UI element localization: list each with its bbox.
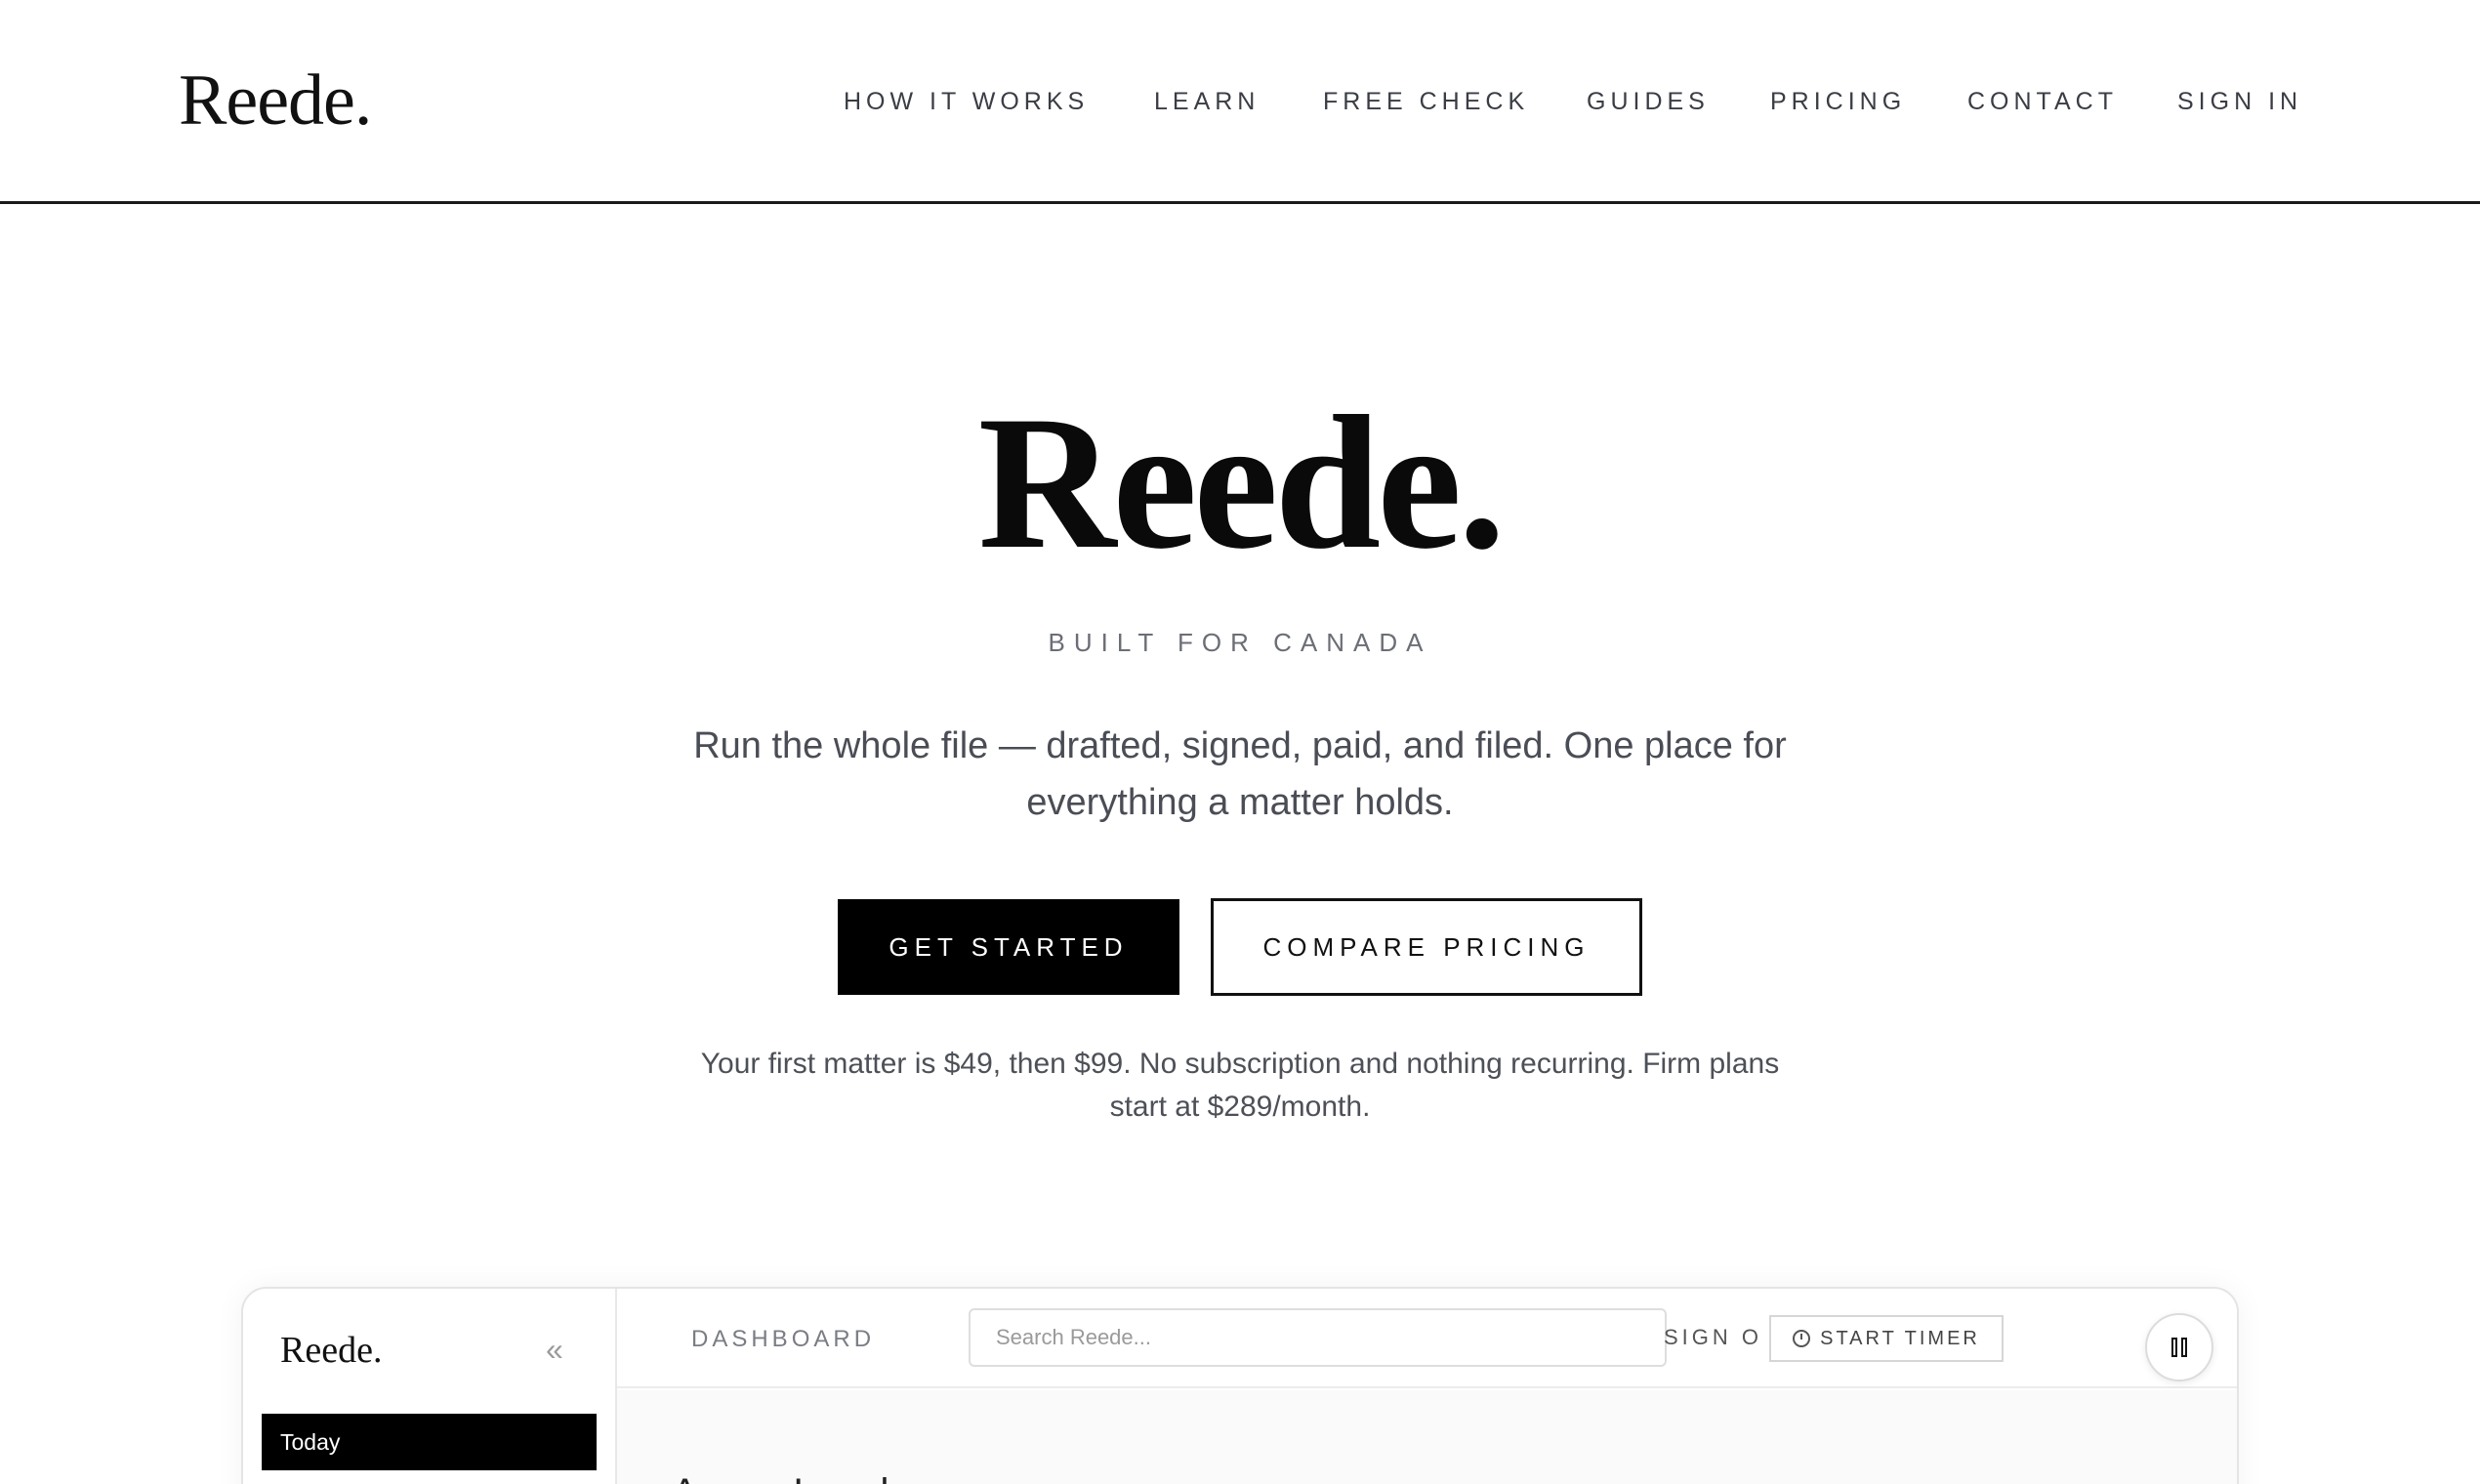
nav-contact[interactable]: CONTACT	[1967, 82, 2118, 121]
preview-topbar: DASHBOARD START TIMER	[617, 1289, 2237, 1388]
nav-sign-in[interactable]: SIGN IN	[2177, 82, 2302, 121]
start-timer-label: START TIMER	[1820, 1327, 1980, 1349]
preview-sidebar: Reede. « Today	[243, 1289, 617, 1484]
nav-learn[interactable]: LEARN	[1154, 82, 1260, 121]
preview-heading: Aspen Legal	[672, 1468, 889, 1484]
pricing-note: Your first matter is $49, then $99. No s…	[700, 1048, 1780, 1123]
pause-icon	[2171, 1338, 2187, 1357]
get-started-button[interactable]: GET STARTED	[838, 899, 1179, 995]
nav-guides[interactable]: GUIDES	[1587, 82, 1710, 121]
start-timer-button[interactable]: START TIMER	[1769, 1315, 2004, 1362]
collapse-chevrons-icon[interactable]: «	[546, 1328, 563, 1371]
hero-lead: Run the whole file — drafted, signed, pa…	[693, 725, 1787, 823]
dashboard-label[interactable]: DASHBOARD	[691, 1323, 875, 1356]
compare-pricing-button[interactable]: COMPARE PRICING	[1211, 898, 1642, 996]
hero-kicker: BUILT FOR CANADA	[1048, 628, 1432, 657]
app-preview: Reede. « Today DASHBOARD START TIMER Asp…	[241, 1287, 2239, 1484]
pause-button[interactable]	[2145, 1313, 2213, 1381]
preview-main: Aspen Legal	[617, 1390, 2237, 1484]
nav-pricing[interactable]: PRICING	[1770, 82, 1906, 121]
sidebar-item-today[interactable]: Today	[262, 1414, 597, 1470]
sign-out-button[interactable]: SIGN OUT	[1664, 1311, 1759, 1364]
site-header: Reede. HOW IT WORKS LEARN FREE CHECK GUI…	[0, 0, 2480, 204]
hero-title: Reede.	[977, 377, 1507, 589]
main-nav: HOW IT WORKS LEARN FREE CHECK GUIDES PRI…	[0, 82, 2480, 121]
nav-free-check[interactable]: FREE CHECK	[1323, 82, 1529, 121]
preview-brand: Reede.	[280, 1330, 383, 1371]
nav-how-it-works[interactable]: HOW IT WORKS	[844, 82, 1089, 121]
search-input[interactable]	[969, 1308, 1667, 1367]
clock-icon	[1793, 1330, 1811, 1347]
